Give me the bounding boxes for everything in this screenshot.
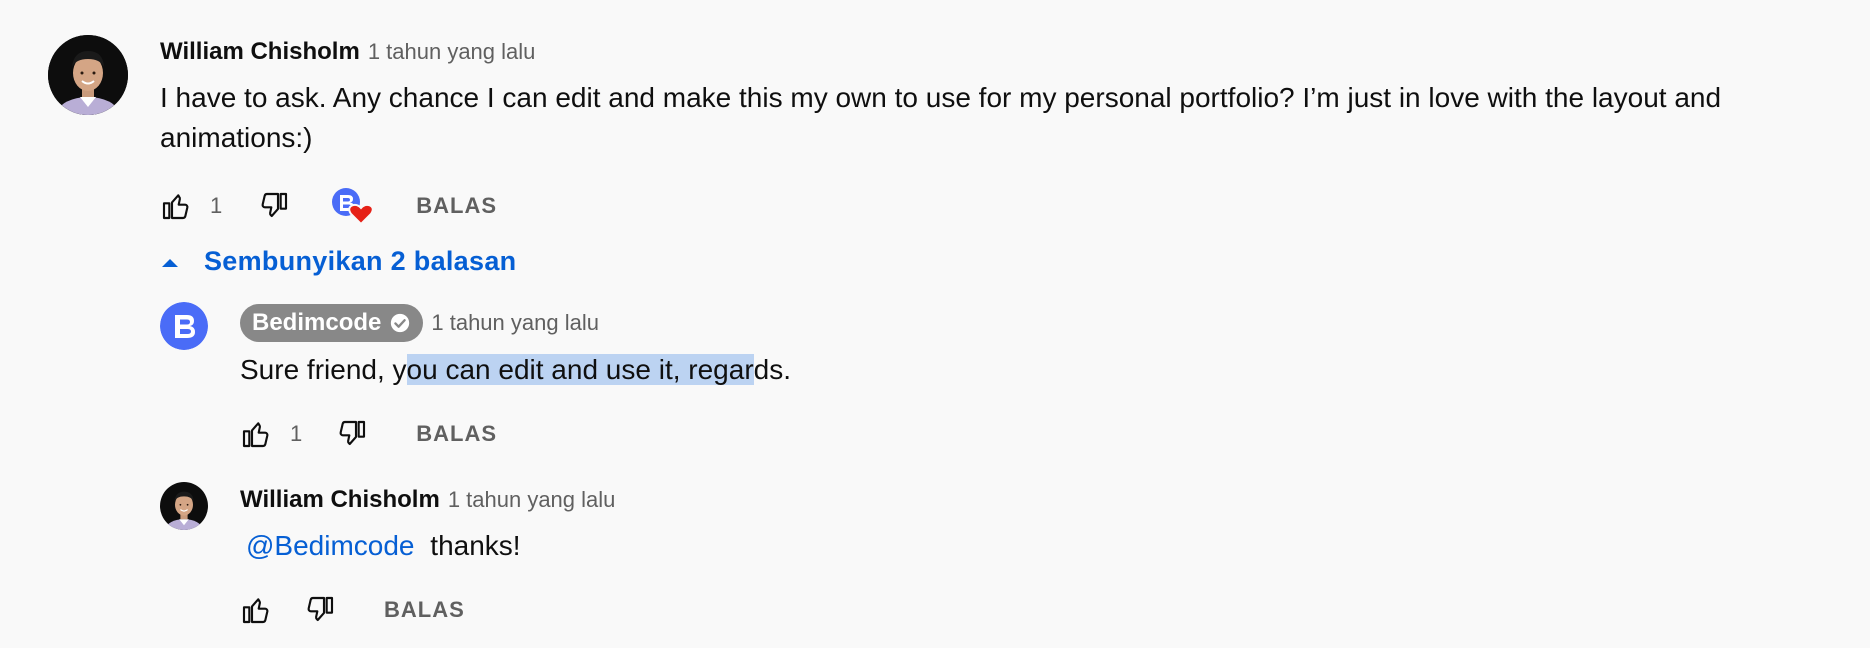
reply-header: Bedimcode 1 tahun yang lalu [240,304,599,342]
comment-text-line: animations:) [160,122,313,153]
avatar[interactable] [160,482,208,530]
author-badge[interactable]: Bedimcode [240,304,424,342]
comment-text: I have to ask. Any chance I can edit and… [160,78,1840,158]
comment-actions: 1 BALAS [160,186,497,226]
dislike-button[interactable] [336,418,368,450]
reply-author: Bedimcode [252,309,382,336]
creator-heart-icon [332,188,374,226]
person-avatar-icon [48,35,128,115]
like-count: 1 [210,193,223,218]
mention-link[interactable]: @Bedimcode [246,530,415,561]
thumb-up-icon [162,194,189,220]
thumb-down-icon [261,192,288,218]
thumb-up-icon [242,422,269,448]
selected-text: ou can edit and use it, regar [406,354,754,385]
reply-timestamp[interactable]: 1 tahun yang lalu [448,487,616,513]
thumb-up-icon [242,598,269,624]
person-avatar-icon [160,482,208,530]
dislike-button[interactable] [258,190,290,222]
thumb-down-icon [339,420,366,446]
thumb-down-icon [307,596,334,622]
reply-author[interactable]: William Chisholm [240,486,440,514]
hide-replies-label: Sembunyikan 2 balasan [204,246,517,276]
dislike-button[interactable] [304,594,336,626]
comment-header: William Chisholm 1 tahun yang lalu [160,38,535,66]
reply-timestamp[interactable]: 1 tahun yang lalu [431,310,599,336]
reply-text: Sure friend, you can edit and use it, re… [240,350,791,390]
reply-text-part: Sure friend, y [240,354,407,385]
like-button[interactable] [240,594,272,626]
reply-header: William Chisholm 1 tahun yang lalu [240,486,615,514]
like-button[interactable] [240,418,272,450]
reply-button[interactable]: BALAS [416,193,497,219]
like-button[interactable] [160,190,192,222]
like-count: 1 [290,421,303,446]
reply-text: @Bedimcode thanks! [246,526,521,566]
comment-text-line: I have to ask. Any chance I can edit and… [160,82,1722,113]
avatar[interactable] [160,302,208,350]
comment-author[interactable]: William Chisholm [160,38,360,66]
avatar[interactable] [48,35,128,115]
reply-actions: 1 BALAS [240,418,497,450]
reply-button[interactable]: BALAS [416,421,497,447]
verified-check-icon [391,313,410,333]
reply-actions: BALAS [240,594,465,626]
reply-button[interactable]: BALAS [384,597,465,623]
reply-text-part: thanks! [430,530,521,561]
caret-up-icon [162,258,178,267]
comment-timestamp[interactable]: 1 tahun yang lalu [368,39,536,65]
hide-replies-toggle[interactable]: Sembunyikan 2 balasan [158,246,516,277]
creator-heart[interactable] [330,186,374,226]
reply-text-part: ds. [753,354,792,385]
channel-logo-icon [160,302,208,350]
